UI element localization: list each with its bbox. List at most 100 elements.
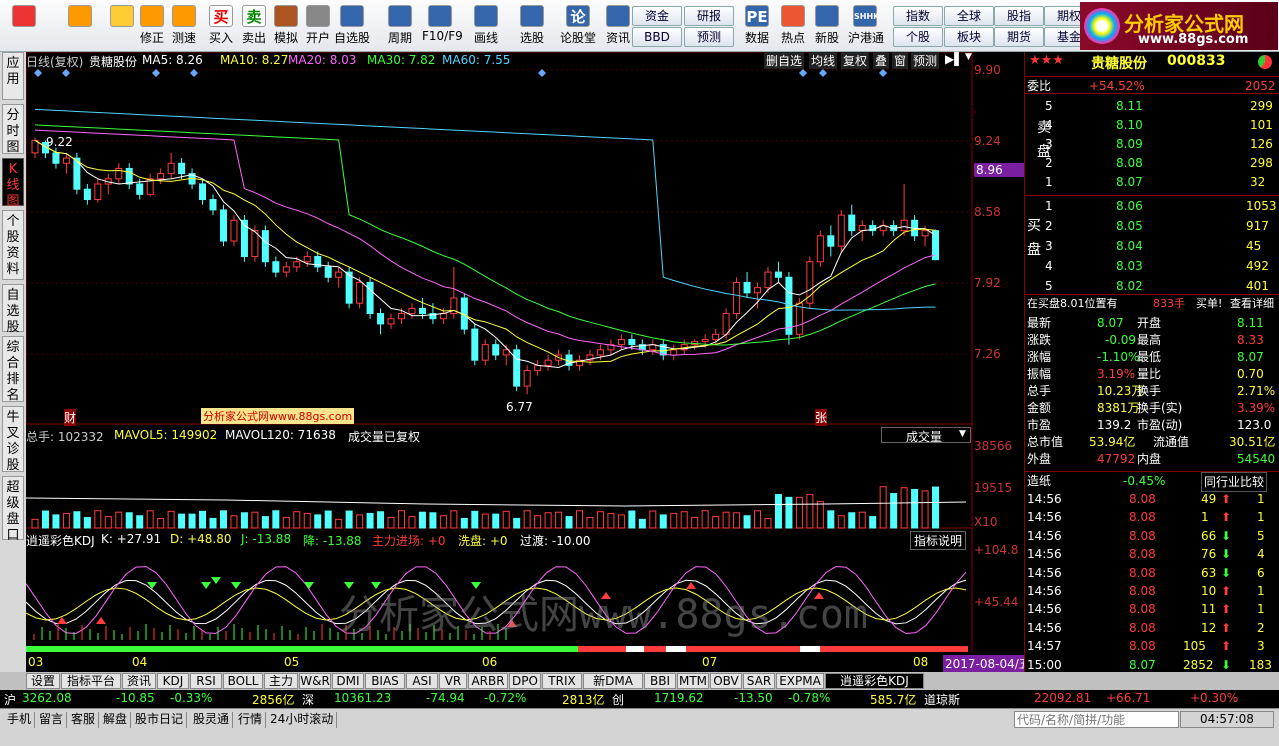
indicator-tab-17[interactable]: MTM [677, 673, 709, 689]
buy-price[interactable]: 8.03 [1116, 257, 1143, 275]
indicator-tab-8[interactable]: DMI [332, 673, 364, 689]
indicator-tab-11[interactable]: VR [439, 673, 467, 689]
sell-price[interactable]: 8.09 [1116, 135, 1143, 153]
indicator-tab-10[interactable]: ASI [406, 673, 438, 689]
side-tab-5[interactable]: 综合排名 [2, 336, 24, 403]
indicator-tab-9[interactable]: BIAS [365, 673, 405, 689]
indicator-tab-18[interactable]: OBV [710, 673, 742, 689]
sell-price[interactable]: 8.07 [1116, 173, 1143, 191]
chart-button-2[interactable]: 复权 [841, 52, 870, 69]
sz-value[interactable]: 10361.23 [334, 691, 391, 705]
chart-button-0[interactable]: 删自选 [764, 52, 805, 69]
indicator-tab-4[interactable]: RSI [190, 673, 222, 689]
toolbar-卖出[interactable]: 卖卖出 [236, 2, 272, 50]
indicator-tab-0[interactable]: 设置 [26, 673, 60, 689]
toolbar-数据[interactable]: PE 数据 [740, 2, 774, 50]
chart-button-3[interactable]: 叠 [873, 52, 890, 69]
collapse-icon[interactable]: ▶▌ [945, 52, 963, 66]
indicator-tab-20[interactable]: EXPMA [776, 673, 824, 689]
toolbar-button-BBD[interactable]: BBD [632, 27, 682, 47]
indicator-tab-15[interactable]: 新DMA [583, 673, 643, 689]
industry-compare-button[interactable]: 同行业比较 [1201, 472, 1268, 492]
indicator-explain-button[interactable]: 指标说明 [910, 531, 967, 550]
finance-marker[interactable]: 财 [64, 409, 77, 426]
toolbar-买入[interactable]: 买买入 [203, 2, 239, 50]
toolbar-画线[interactable]: 画线 [468, 2, 504, 50]
toolbar-button-股指[interactable]: 股指 [994, 6, 1044, 26]
side-tab-2[interactable]: K线图 [2, 158, 24, 209]
chart-button-4[interactable]: 窗 [892, 52, 909, 69]
indicator-tab-7[interactable]: W&R [299, 673, 331, 689]
toolbar-button-板块[interactable]: 板块 [944, 27, 994, 47]
toolbar-周期[interactable]: 周期 [382, 2, 418, 50]
toolbar-自选股[interactable]: 自选股 [334, 2, 370, 50]
chart-canvas[interactable] [26, 52, 1024, 672]
dj-value[interactable]: 22092.81 [1034, 691, 1091, 705]
toolbar-选股[interactable]: 选股 [514, 2, 550, 50]
toolbar-模拟[interactable]: 模拟 [268, 2, 304, 50]
sh-value[interactable]: 3262.08 [22, 691, 72, 705]
indicator-tab-12[interactable]: ARBR [468, 673, 508, 689]
kline-chart-area[interactable]: 日线(复权) 贵糖股份 MA5: 8.26 MA10: 8.27 MA20: 8… [26, 52, 1033, 672]
toolbar-back-arrow-icon[interactable] [62, 2, 98, 50]
side-tab-6[interactable]: 牛叉诊股 [2, 406, 24, 473]
toolbar-button-研报[interactable]: 研报 [684, 6, 734, 26]
chevron-down-icon[interactable]: ▼ [959, 429, 966, 439]
toolbar-热点[interactable]: 热点 [776, 2, 810, 50]
volume-indicator-select[interactable]: 成交量 [881, 427, 971, 444]
buy-price[interactable]: 8.06 [1116, 197, 1143, 215]
sell-price[interactable]: 8.11 [1116, 97, 1143, 115]
status-item-7[interactable]: 24小时滚动 [267, 712, 338, 728]
indicator-tab-3[interactable]: KDJ [157, 673, 189, 689]
indicator-tab-13[interactable]: DPO [509, 673, 541, 689]
side-tab-4[interactable]: 自选股 [2, 284, 24, 335]
chevron-down-icon[interactable]: ▼ [965, 52, 972, 62]
toolbar-沪港通[interactable]: SHHK 沪港通 [848, 2, 884, 50]
toolbar-button-全球[interactable]: 全球 [944, 6, 994, 26]
toolbar-button-资金[interactable]: 资金 [632, 6, 682, 26]
sell-price[interactable]: 8.10 [1116, 116, 1143, 134]
indicator-tab-1[interactable]: 指标平台 [61, 673, 121, 689]
toolbar-button-指数[interactable]: 指数 [893, 6, 943, 26]
indicator-tab-21[interactable]: 逍遥彩色KDJ [825, 673, 924, 689]
toolbar-button-预测[interactable]: 预测 [684, 27, 734, 47]
chart-button-1[interactable]: 均线 [809, 52, 838, 69]
toolbar-kline-icon[interactable] [6, 2, 42, 50]
chart-button-5[interactable]: 预测 [911, 52, 940, 69]
status-item-5[interactable]: 股灵通 [190, 712, 234, 728]
status-item-4[interactable]: 股市日记 [132, 712, 188, 728]
rise-marker[interactable]: 张 [815, 409, 828, 426]
pie-icon[interactable] [1258, 55, 1272, 69]
indicator-tab-6[interactable]: 主力 [264, 673, 298, 689]
toolbar-资讯[interactable]: 资讯 [600, 2, 636, 50]
toolbar-button-期货[interactable]: 期货 [994, 27, 1044, 47]
status-item-1[interactable]: 留言 [36, 712, 68, 728]
sell-price[interactable]: 8.08 [1116, 154, 1143, 172]
code-search-input[interactable] [1014, 711, 1179, 728]
status-item-2[interactable]: 客服 [68, 712, 100, 728]
side-tab-0[interactable]: 应用 [2, 52, 24, 100]
toolbar-论股堂[interactable]: 论论股堂 [560, 2, 596, 50]
buy-price[interactable]: 8.05 [1116, 217, 1143, 235]
indicator-tab-2[interactable]: 资讯 [122, 673, 156, 689]
status-item-0[interactable]: 手机 [4, 712, 36, 728]
status-item-3[interactable]: 解盘 [100, 712, 132, 728]
toolbar-测速[interactable]: 测速 [166, 2, 202, 50]
buy-price[interactable]: 8.02 [1116, 277, 1143, 295]
side-tab-3[interactable]: 个股资料 [2, 210, 24, 280]
toolbar-新股[interactable]: 新股 [810, 2, 844, 50]
indicator-tab-14[interactable]: TRIX [542, 673, 582, 689]
status-item-6[interactable]: 行情 [235, 712, 267, 728]
buy-price[interactable]: 8.04 [1116, 237, 1143, 255]
indicator-tab-5[interactable]: BOLL [223, 673, 263, 689]
toolbar-修正[interactable]: 修正 [134, 2, 170, 50]
indicator-tab-16[interactable]: BBI [644, 673, 676, 689]
toolbar-开户[interactable]: 开户 [300, 2, 336, 50]
cy-value[interactable]: 1719.62 [654, 691, 704, 705]
notice-detail-link[interactable]: 查看详细 [1230, 295, 1274, 313]
toolbar-F10/F9[interactable]: F10/F9 [422, 2, 463, 50]
indicator-tab-19[interactable]: SAR [743, 673, 775, 689]
side-tab-1[interactable]: 分时图 [2, 104, 24, 155]
side-tab-7[interactable]: 超级盘口 [2, 476, 24, 543]
toolbar-button-个股[interactable]: 个股 [893, 27, 943, 47]
